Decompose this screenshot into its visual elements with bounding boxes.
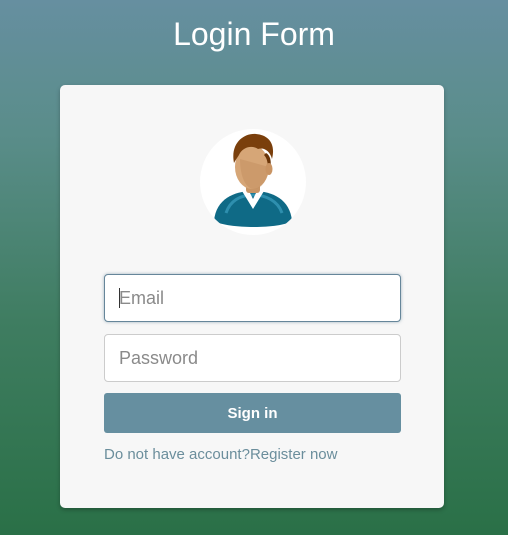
text-cursor [119, 288, 120, 308]
email-input[interactable] [104, 274, 401, 322]
register-prompt: Do not have account?Register now [104, 446, 337, 464]
avatar [200, 129, 306, 235]
register-prompt-text: Do not have account? [104, 446, 250, 463]
register-link[interactable]: Register now [250, 446, 338, 463]
password-input[interactable] [104, 334, 401, 382]
sign-in-button[interactable]: Sign in [104, 393, 401, 433]
user-avatar-icon [214, 133, 292, 227]
login-card: Sign in Do not have account?Register now [60, 85, 444, 508]
page-title: Login Form [173, 16, 335, 52]
